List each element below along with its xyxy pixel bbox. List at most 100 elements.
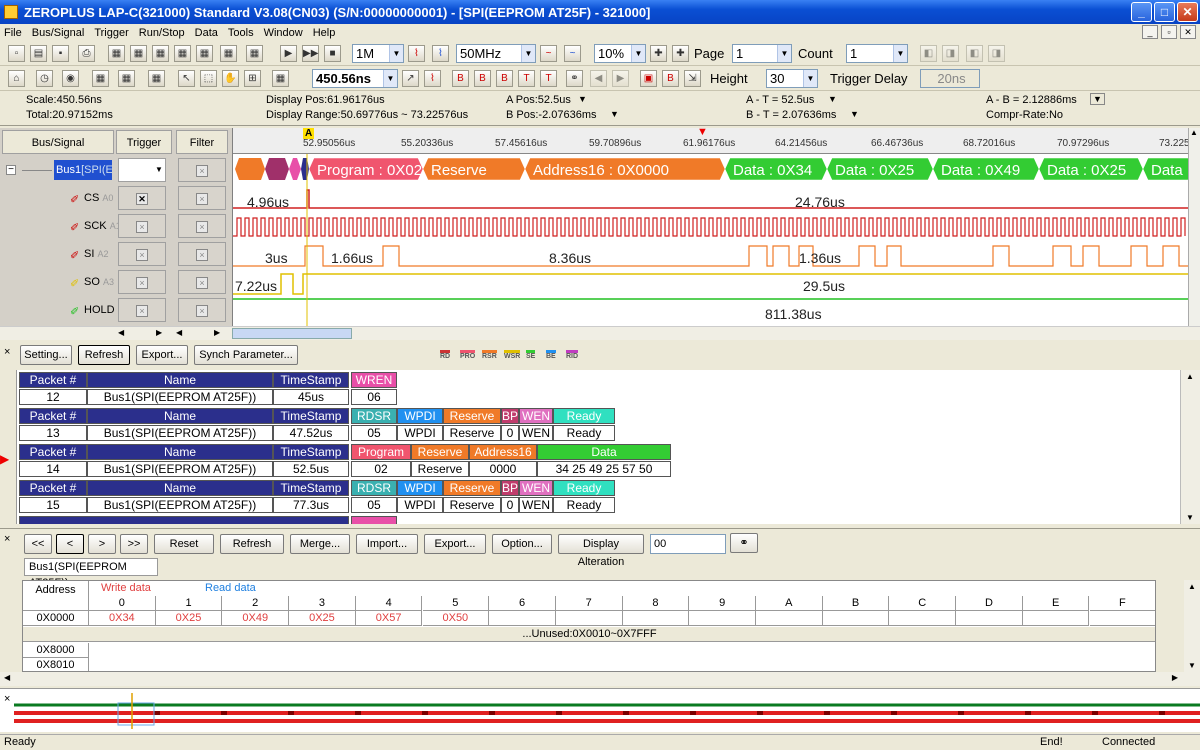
- bar-c-icon[interactable]: B: [496, 70, 513, 87]
- memory-cell[interactable]: 0X25: [155, 611, 223, 626]
- import-button[interactable]: Import...: [356, 534, 418, 554]
- memory-horizontal-scrollbar[interactable]: ◀ ▶: [0, 672, 1200, 686]
- reset-button[interactable]: Reset: [154, 534, 214, 554]
- signal-row-sck[interactable]: ✐ SCK A1 × ×: [0, 212, 232, 240]
- pointer-icon[interactable]: ↖: [178, 70, 195, 87]
- filter-cell-hold[interactable]: ×: [178, 298, 226, 322]
- internal-clock-icon[interactable]: ~: [540, 45, 557, 62]
- overview-strip[interactable]: ×: [0, 688, 1200, 732]
- zoom-fit-icon[interactable]: ▦: [246, 45, 263, 62]
- a-pos-dropdown-icon[interactable]: ▼: [578, 94, 587, 104]
- waveform-vertical-scrollbar[interactable]: ▲▼: [1188, 128, 1200, 340]
- filter-cell-so[interactable]: ×: [178, 270, 226, 294]
- height-select[interactable]: 30 ▼: [766, 69, 818, 88]
- last-button[interactable]: >>: [120, 534, 148, 554]
- mdi-close-button[interactable]: ✕: [1180, 25, 1196, 39]
- home-icon[interactable]: ⌂: [8, 70, 25, 87]
- memory-cell[interactable]: [689, 611, 756, 626]
- waveform-icon[interactable]: ⌇: [408, 45, 425, 62]
- frequency-select[interactable]: 50MHz ▼: [456, 44, 536, 63]
- trigger-cell-si[interactable]: ×: [118, 242, 166, 266]
- run-icon[interactable]: ▶: [280, 45, 297, 62]
- run-repeat-icon[interactable]: ▶▶: [302, 45, 319, 62]
- memory-cell[interactable]: 0X34: [89, 611, 156, 626]
- merge-button[interactable]: Merge...: [290, 534, 350, 554]
- menu-help[interactable]: Help: [313, 27, 336, 39]
- bus1-label[interactable]: Bus1[SPI(EE: [54, 160, 112, 180]
- waveform-view[interactable]: 52.95056us 55.20336us 57.45616us 59.7089…: [232, 128, 1188, 340]
- synch-parameter-button[interactable]: Synch Parameter...: [194, 345, 298, 365]
- minimize-button[interactable]: _: [1131, 2, 1152, 22]
- marker-icon[interactable]: ▦: [152, 45, 169, 62]
- search-value-input[interactable]: 00: [650, 534, 726, 554]
- menu-run-stop[interactable]: Run/Stop: [139, 27, 185, 39]
- scale-wave-icon[interactable]: ⌇: [424, 70, 441, 87]
- external-clock-icon[interactable]: ~: [564, 45, 581, 62]
- mdi-minimize-button[interactable]: _: [1142, 25, 1158, 39]
- scroll-thumb[interactable]: [232, 328, 352, 339]
- memory-cell[interactable]: [822, 611, 890, 626]
- bus-tab[interactable]: Bus1(SPI(EEPROM AT25F)): [24, 558, 158, 589]
- zoom-in-icon[interactable]: ✚: [650, 45, 667, 62]
- page-last-icon[interactable]: ◨: [988, 45, 1005, 62]
- save-icon[interactable]: ▪: [52, 45, 69, 62]
- b-pos-dropdown-icon[interactable]: ▼: [610, 109, 619, 119]
- trigger-delay-field[interactable]: 20ns: [920, 69, 980, 88]
- menu-tools[interactable]: Tools: [228, 27, 254, 39]
- bus-trigger-icon[interactable]: B: [662, 70, 679, 87]
- maximize-button[interactable]: □: [1154, 2, 1175, 22]
- memory-scrollbar[interactable]: ▲ ▼: [1184, 580, 1200, 672]
- trigger-cell-cs[interactable]: ✕: [118, 186, 166, 210]
- menu-bus-signal[interactable]: Bus/Signal: [32, 27, 85, 39]
- menu-file[interactable]: File: [4, 27, 22, 39]
- setting-button[interactable]: Setting...: [20, 345, 72, 365]
- print-icon[interactable]: ⎙: [78, 45, 95, 62]
- mdi-restore-button[interactable]: ▫: [1161, 25, 1177, 39]
- cursor-b-icon[interactable]: ▦: [130, 45, 147, 62]
- bar-a-icon[interactable]: B: [452, 70, 469, 87]
- collapse-icon[interactable]: −: [6, 165, 16, 175]
- zoom-out-icon[interactable]: ✚: [672, 45, 689, 62]
- memory-cell[interactable]: [555, 611, 623, 626]
- signal-row-bus1[interactable]: − Bus1[SPI(EE ▼ ×: [0, 156, 232, 184]
- filter-cell-sck[interactable]: ×: [178, 214, 226, 238]
- signal-row-so[interactable]: ✐ SO A3 × ×: [0, 268, 232, 296]
- signal-row-si[interactable]: ✐ SI A2 × ×: [0, 240, 232, 268]
- trigger-cell-so[interactable]: ×: [118, 270, 166, 294]
- clock-icon[interactable]: ◷: [36, 70, 53, 87]
- sample-icon[interactable]: ⌇: [432, 45, 449, 62]
- measure-icon[interactable]: ▦: [174, 45, 191, 62]
- prev-button[interactable]: <: [56, 534, 84, 554]
- time-ruler[interactable]: 52.95056us 55.20336us 57.45616us 59.7089…: [233, 128, 1188, 154]
- cursor-a-marker[interactable]: A: [303, 128, 315, 139]
- grid-icon[interactable]: ▦: [196, 45, 213, 62]
- count-select[interactable]: 1 ▼: [846, 44, 908, 63]
- trigger-icon[interactable]: ▣: [640, 70, 657, 87]
- search-next-icon[interactable]: ▶: [612, 70, 629, 87]
- memory-cell[interactable]: 0X50: [422, 611, 490, 626]
- zoom-icon[interactable]: ⊞: [244, 70, 261, 87]
- table-view-icon[interactable]: ▦: [118, 70, 135, 87]
- t-bar-icon[interactable]: T: [518, 70, 535, 87]
- memory-cell[interactable]: 0X57: [355, 611, 423, 626]
- filter-cell-cs[interactable]: ×: [178, 186, 226, 210]
- signal-row-cs[interactable]: ✐ CS A0 ✕ ×: [0, 184, 232, 212]
- memory-cell[interactable]: [1022, 611, 1090, 626]
- binoculars-icon[interactable]: ⚭: [566, 70, 583, 87]
- new-icon[interactable]: ▫: [8, 45, 25, 62]
- display-alteration-button[interactable]: Display Alteration: [558, 534, 644, 568]
- refresh-memory-button[interactable]: Refresh: [220, 534, 284, 554]
- select-icon[interactable]: ⬚: [200, 70, 217, 87]
- t-bar-b-icon[interactable]: T: [540, 70, 557, 87]
- scale-up-icon[interactable]: ↗: [402, 70, 419, 87]
- close-panel-icon[interactable]: ×: [4, 693, 10, 705]
- export-button[interactable]: Export...: [136, 345, 188, 365]
- menu-data[interactable]: Data: [195, 27, 218, 39]
- export-icon[interactable]: ⇲: [684, 70, 701, 87]
- refresh-button[interactable]: Refresh: [78, 345, 130, 365]
- memory-cell[interactable]: 0X25: [289, 611, 356, 626]
- export-memory-button[interactable]: Export...: [424, 534, 486, 554]
- stop-icon[interactable]: ■: [324, 45, 341, 62]
- memory-cell[interactable]: [622, 611, 690, 626]
- packet-list-scrollbar[interactable]: ▲ ▼: [1180, 370, 1200, 524]
